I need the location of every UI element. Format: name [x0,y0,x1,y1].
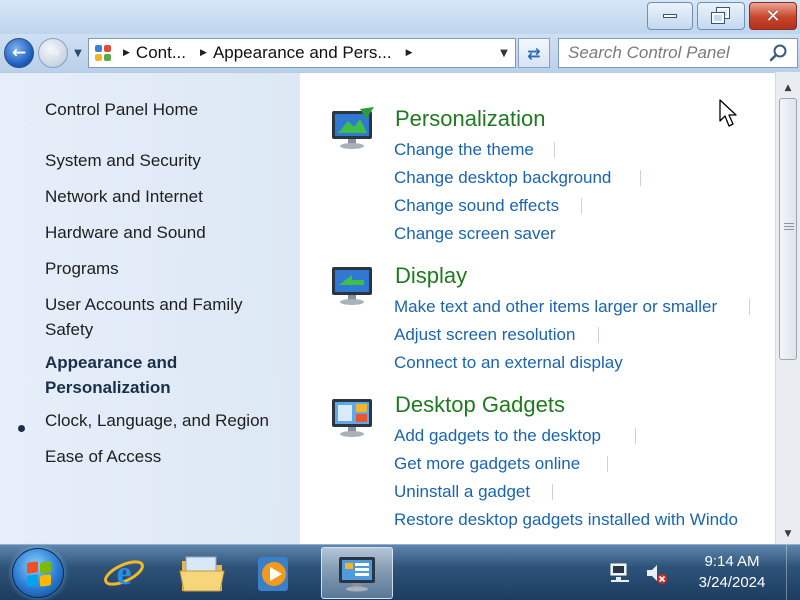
sidebar-item-appearance-current[interactable]: Appearance and Personalization [45,350,177,400]
breadcrumb-appearance[interactable]: Appearance and Pers... [213,43,392,63]
network-icon[interactable] [608,561,632,585]
task-adjust-resolution[interactable]: Adjust screen resolution [394,325,575,345]
current-item-bullet [18,425,25,432]
sidebar-item-control-panel-home[interactable]: Control Panel Home [45,97,198,122]
clock-time: 9:14 AM [704,553,760,570]
chevron-down-icon: ▼ [74,47,82,59]
breadcrumb-separator-icon[interactable]: ▶ [392,48,419,58]
divider [640,170,641,186]
scroll-up-button[interactable]: ▲ [776,78,800,98]
sidebar: Control Panel Home System and Security N… [0,72,300,544]
restore-icon [711,7,730,24]
desktop-gadgets-icon[interactable] [330,395,376,439]
sidebar-item-hardware-and-sound[interactable]: Hardware and Sound [45,220,206,245]
address-bar[interactable]: ▶ Cont... ▶ Appearance and Pers... ▶ ▼ [88,38,516,68]
sidebar-item-label: Personalization [45,378,171,397]
sidebar-item-label: Safety [45,320,94,339]
recent-pages-button[interactable]: ▼ [71,46,85,60]
taskbar: e 9:14 AM 3/24/2024 [0,544,800,600]
chevron-down-icon: ▼ [500,47,508,59]
close-icon: ✕ [765,5,781,27]
refresh-button[interactable]: ⇄ [518,38,550,68]
back-button[interactable]: ← [4,38,34,68]
breadcrumb-separator-icon[interactable]: ▶ [186,48,213,58]
sidebar-item-ease-of-access[interactable]: Ease of Access [45,444,161,469]
divider [581,198,582,214]
sidebar-item-system-and-security[interactable]: System and Security [45,148,201,173]
search-icon[interactable] [769,43,789,63]
sidebar-item-label: Appearance and [45,353,178,372]
task-text-size[interactable]: Make text and other items larger or smal… [394,297,717,317]
task-get-more-gadgets[interactable]: Get more gadgets online [394,454,580,474]
windows-logo-icon [27,561,51,587]
breadcrumb-control-panel[interactable]: Cont... [136,43,186,63]
minimize-button[interactable] [647,2,693,30]
task-add-gadgets[interactable]: Add gadgets to the desktop [394,426,601,446]
mouse-pointer-icon [719,99,737,127]
control-panel-icon [89,39,119,67]
back-arrow-icon: ← [11,43,27,63]
refresh-icon: ⇄ [527,43,541,63]
forward-arrow-icon: → [45,43,61,63]
search-box[interactable] [558,38,798,68]
divider [749,299,750,315]
search-input[interactable] [568,43,768,63]
address-dropdown-button[interactable]: ▼ [493,39,515,67]
svg-text:e: e [116,555,131,592]
task-change-desktop-background[interactable]: Change desktop background [394,168,611,188]
sidebar-item-clock-language-region[interactable]: Clock, Language, and Region [45,408,269,433]
chevron-up-icon: ▲ [784,83,792,93]
system-clock[interactable]: 9:14 AM 3/24/2024 [682,551,782,593]
sidebar-item-programs[interactable]: Programs [45,256,119,281]
sidebar-item-user-accounts[interactable]: User Accounts and Family Safety [45,292,242,342]
sidebar-item-label: User Accounts and Family [45,295,243,314]
display-icon[interactable] [330,263,376,307]
category-title-desktop-gadgets[interactable]: Desktop Gadgets [395,392,565,418]
divider [554,142,555,158]
scrollbar-thumb[interactable] [779,98,797,360]
task-change-sound-effects[interactable]: Change sound effects [394,196,559,216]
forward-button[interactable]: → [38,38,68,68]
taskbar-control-panel[interactable] [321,547,393,599]
taskbar-windows-explorer[interactable] [166,547,238,599]
start-button[interactable] [12,548,64,598]
folder-icon [179,556,225,592]
category-content: Personalization Change the theme Change … [300,72,775,544]
sidebar-item-network-and-internet[interactable]: Network and Internet [45,184,203,209]
chevron-down-icon: ▼ [784,529,792,539]
vertical-scrollbar[interactable]: ▲ ▼ [775,72,800,544]
minimize-icon [663,14,677,18]
media-player-icon [258,557,288,591]
internet-explorer-icon: e [104,555,144,592]
divider [598,327,599,343]
divider [607,456,608,472]
clock-date: 3/24/2024 [698,574,766,591]
task-uninstall-gadget[interactable]: Uninstall a gadget [394,482,530,502]
category-title-personalization[interactable]: Personalization [395,106,545,132]
task-restore-gadgets[interactable]: Restore desktop gadgets installed with W… [394,510,738,530]
task-change-theme[interactable]: Change the theme [394,140,534,160]
title-bar: ✕ [0,0,800,34]
volume-muted-icon[interactable] [644,561,668,585]
navigation-bar: ← → ▼ ▶ Cont... ▶ Appearance and Pers...… [0,34,800,72]
close-button[interactable]: ✕ [749,2,797,30]
category-title-display[interactable]: Display [395,263,467,289]
divider [552,484,553,500]
divider [635,428,636,444]
control-panel-icon [339,557,375,592]
breadcrumb-separator-icon[interactable]: ▶ [119,48,136,58]
scroll-down-button[interactable]: ▼ [776,524,800,544]
task-change-screen-saver[interactable]: Change screen saver [394,224,556,244]
show-desktop-button[interactable] [786,545,800,600]
personalization-icon[interactable] [330,107,376,151]
task-connect-external-display[interactable]: Connect to an external display [394,353,623,373]
taskbar-windows-media-player[interactable] [238,547,310,599]
restore-button[interactable] [697,2,745,30]
taskbar-internet-explorer[interactable]: e [88,547,160,599]
